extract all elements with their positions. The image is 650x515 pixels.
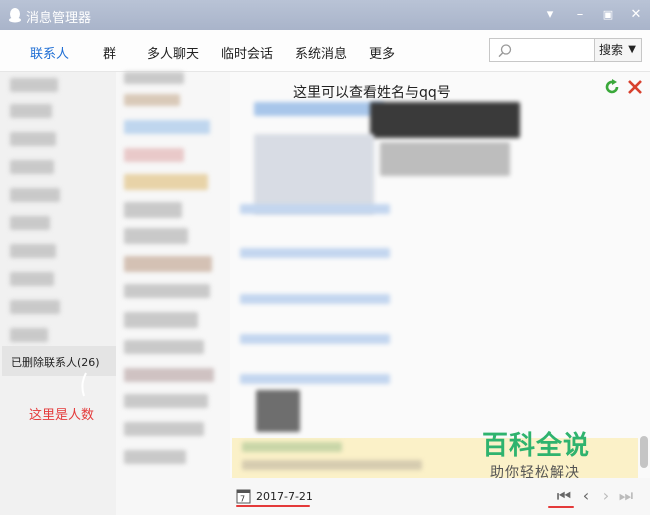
minimize-icon[interactable]: – [571,6,589,24]
search-input[interactable] [489,38,595,62]
maximize-icon[interactable]: ▣ [599,6,617,24]
watermark-title: 百科全说 [482,431,591,461]
tab-temp-session[interactable]: 临时会话 [221,43,273,62]
annotation-arrow [81,372,87,397]
last-page-icon[interactable]: ⏭ [618,486,634,506]
delete-icon[interactable] [627,78,643,96]
current-date[interactable]: 2017-7-21 [256,490,313,503]
chevron-down-icon: ▼ [628,44,636,55]
search-button[interactable]: 搜索 ▼ [594,38,642,62]
svg-text:7: 7 [240,495,245,504]
tab-multi-chat[interactable]: 多人聊天 [147,43,199,62]
refresh-icon[interactable] [603,78,621,96]
qq-penguin-icon [9,8,21,23]
calendar-icon[interactable]: 7 [236,488,251,504]
scrollbar[interactable] [640,436,648,468]
deleted-contacts-label: 已删除联系人(26) [11,356,100,369]
annotation-contact-count: 这里是人数 [29,408,95,423]
close-icon[interactable]: ✕ [627,6,645,24]
annotation-name-qq: 这里可以查看姓名与qq号 [293,85,451,101]
contact-group-list [0,72,116,515]
window-title: 消息管理器 [26,11,92,26]
tab-contacts[interactable]: 联系人 [30,43,69,62]
prev-page-icon[interactable]: ‹ [578,486,594,505]
annotation-underline-nav [548,506,574,508]
annotation-underline [236,505,310,507]
contact-list [116,72,230,515]
tab-system-messages[interactable]: 系统消息 [295,43,347,62]
dropdown-icon[interactable]: ▾ [541,6,559,24]
tab-bar: 联系人 群 多人聊天 临时会话 系统消息 更多 搜索 ▼ [0,30,650,72]
search-button-label: 搜索 [599,43,624,57]
title-bar: 消息管理器 ▾ – ▣ ✕ [0,0,650,30]
next-page-icon[interactable]: › [598,486,614,505]
tab-more[interactable]: 更多 [369,43,395,62]
deleted-contacts-item[interactable]: 已删除联系人(26) [2,346,116,376]
tab-groups[interactable]: 群 [103,43,116,62]
search-icon [498,44,512,58]
first-page-icon[interactable]: ⏮ [556,486,572,506]
